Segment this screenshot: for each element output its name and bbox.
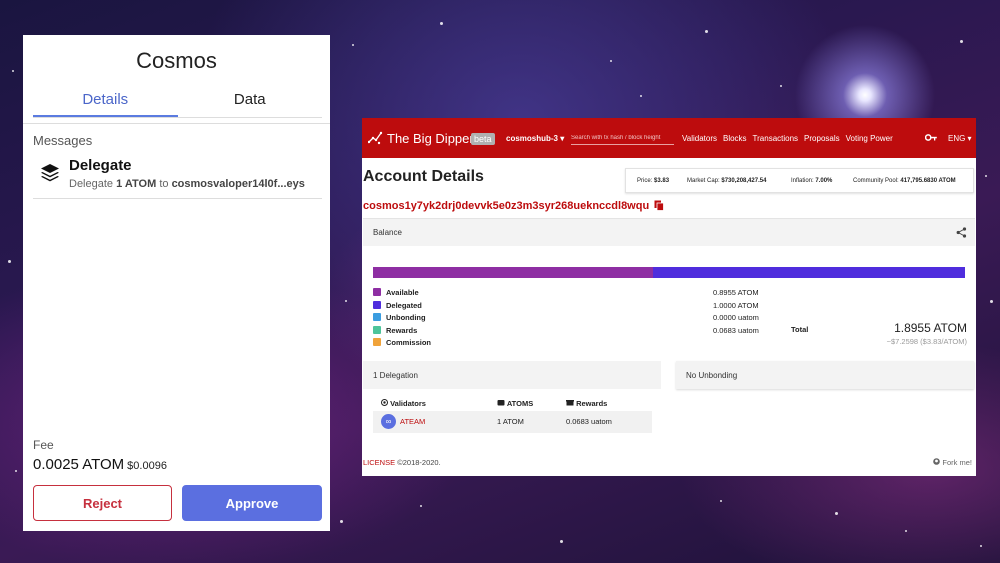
balance-bar xyxy=(373,267,965,278)
page-title: Account Details xyxy=(363,168,484,185)
wallet-title: Cosmos xyxy=(136,48,217,73)
delegation-atoms: 1 ATOM xyxy=(497,417,524,426)
reject-button[interactable]: Reject xyxy=(33,485,172,521)
fork-link[interactable]: Fork me! xyxy=(933,458,972,467)
balance-bar-available xyxy=(373,267,653,278)
divider xyxy=(33,198,322,199)
balance-card: Balance Available Delegated Unbonding Re… xyxy=(363,218,975,356)
unbonding-card-header: No Unbonding xyxy=(676,361,974,389)
wallet-icon xyxy=(497,400,505,406)
message-title: Delegate xyxy=(69,157,132,174)
legend-swatch xyxy=(373,338,381,346)
wallet-panel: Cosmos Details Data Messages Delegate De… xyxy=(23,35,330,531)
price-bar: Price: $3.83 Market Cap: $730,208,427.54… xyxy=(625,168,974,193)
balance-bar-delegated xyxy=(652,267,965,278)
market-cap-stat: Market Cap: $730,208,427.54 xyxy=(687,178,767,184)
fee-amount: 0.0025 ATOM xyxy=(33,456,125,473)
inflation-stat: Inflation: 7.00% xyxy=(791,178,833,184)
message-desc-to: to xyxy=(159,178,169,190)
account-address: cosmos1y7yk2drj0devvk5e0z3m3syr268uekncc… xyxy=(363,200,650,212)
nav-transactions[interactable]: Transactions xyxy=(753,134,799,143)
key-icon[interactable] xyxy=(925,133,937,142)
divider xyxy=(23,123,330,124)
unbonding-value: 0.0000 uatom xyxy=(713,313,759,322)
delegated-value: 1.0000 ATOM xyxy=(713,300,759,310)
delegation-rewards: 0.0683 uatom xyxy=(566,417,612,426)
unbonding-card: No Unbonding xyxy=(676,361,974,391)
at-icon xyxy=(381,399,388,406)
total-value: 1.8955 ATOM xyxy=(894,321,967,335)
tab-details[interactable]: Details xyxy=(33,90,178,117)
share-icon[interactable] xyxy=(956,227,967,238)
column-header-atoms: ATOMS xyxy=(497,399,533,408)
delegations-label: 1 Delegation xyxy=(373,371,418,380)
legend-swatch xyxy=(373,300,381,309)
copy-icon[interactable] xyxy=(654,200,664,211)
messages-label: Messages xyxy=(33,133,93,148)
legend-swatch xyxy=(373,288,381,296)
rewards-value: 0.0683 uatom xyxy=(713,325,759,335)
legend-swatch xyxy=(373,325,381,334)
language-selector[interactable]: ENG ▾ xyxy=(948,134,972,143)
validator-name-link[interactable]: ATEAM xyxy=(400,417,425,426)
community-pool-stat: Community Pool: 417,795.6830 ATOM xyxy=(853,178,956,184)
layers-icon xyxy=(41,164,59,182)
legend-swatch xyxy=(373,313,381,321)
brand-name[interactable]: The Big Dipper xyxy=(387,131,474,146)
total-label: Total xyxy=(791,325,809,334)
copyright-years: ©2018-2020. xyxy=(397,458,441,467)
table-row[interactable]: ∞ ATEAM 1 ATOM 0.0683 uatom xyxy=(373,411,652,433)
search-input[interactable] xyxy=(571,131,674,145)
nav-voting-power[interactable]: Voting Power xyxy=(846,134,893,143)
chain-selector[interactable]: cosmoshub-3 ▾ xyxy=(506,134,564,143)
footer-license: LICENSE ©2018-2020. xyxy=(363,458,441,467)
column-header-validators: Validators xyxy=(381,399,426,408)
balance-card-header: Balance xyxy=(363,219,975,246)
message-description: Delegate 1 ATOM to cosmosvaloper14l0f...… xyxy=(69,178,305,190)
github-icon xyxy=(933,458,941,465)
message-amount: 1 ATOM xyxy=(116,178,157,190)
price-stat: Price: $3.83 xyxy=(637,178,670,184)
beta-badge: beta xyxy=(471,133,495,145)
available-value: 0.8955 ATOM xyxy=(713,288,759,297)
approve-button[interactable]: Approve xyxy=(182,485,322,521)
nav-proposals[interactable]: Proposals xyxy=(804,134,840,143)
fee-value: 0.0025 ATOM $0.0096 xyxy=(33,456,167,473)
big-dipper-logo-icon xyxy=(368,131,383,145)
wallet-tabs: Details Data xyxy=(33,90,322,118)
license-link[interactable]: LICENSE xyxy=(363,458,395,467)
gift-icon xyxy=(566,400,574,406)
message-desc-prefix: Delegate xyxy=(69,178,114,190)
unbonding-label: No Unbonding xyxy=(686,371,738,380)
delegations-card-header: 1 Delegation xyxy=(363,361,661,389)
fee-label: Fee xyxy=(33,438,54,452)
tab-data[interactable]: Data xyxy=(178,90,323,117)
total-usd: ~$7.2598 ($3.83/ATOM) xyxy=(886,337,967,346)
delegations-card: 1 Delegation Validators ATOMS Rewards ∞ … xyxy=(363,361,661,441)
message-validator: cosmosvaloper14l0f...eys xyxy=(171,178,305,190)
nav-links: Validators Blocks Transactions Proposals… xyxy=(682,134,893,143)
fee-usd: $0.0096 xyxy=(127,460,167,472)
balance-label: Balance xyxy=(373,228,402,237)
validator-avatar: ∞ xyxy=(381,414,396,429)
nav-validators[interactable]: Validators xyxy=(682,134,717,143)
navbar: The Big Dipper beta cosmoshub-3 ▾ Valida… xyxy=(362,118,976,158)
column-header-rewards: Rewards xyxy=(566,399,607,408)
nav-blocks[interactable]: Blocks xyxy=(723,134,747,143)
explorer-window: The Big Dipper beta cosmoshub-3 ▾ Valida… xyxy=(362,118,976,476)
